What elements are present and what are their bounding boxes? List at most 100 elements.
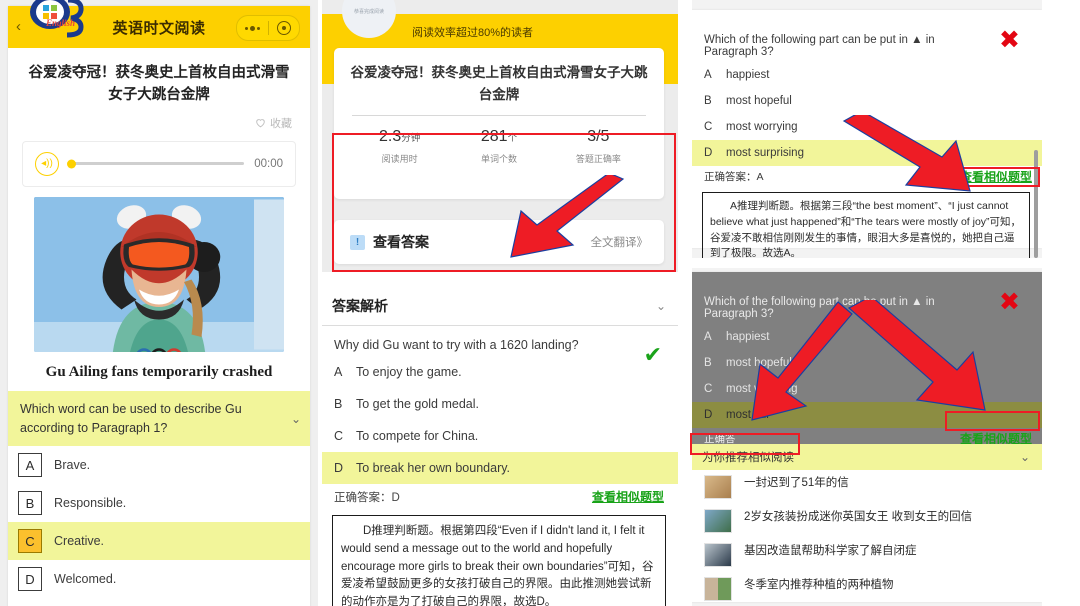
similar-question-link[interactable]: 查看相似题型	[960, 168, 1032, 185]
review-question-text: Which of the following part can be put i…	[704, 34, 935, 58]
list-item-highlighted[interactable]: D most surprising	[690, 140, 1042, 166]
list-item[interactable]: 一封迟到了51年的信	[690, 470, 1042, 504]
option-text: Creative.	[54, 534, 105, 549]
next-question-button[interactable]: 下一题 ›	[8, 598, 310, 606]
article-title: 谷爱凌夺冠！获冬奥史上首枚自由式滑雪女子大跳台金牌	[28, 65, 290, 104]
review-question: Which of the following part can be put i…	[690, 10, 1042, 62]
miniapp-article-card: ‹ English 英语时文阅读 谷爱凌夺冠！获冬奥史上首枚自由式滑雪女子大跳台…	[8, 0, 310, 606]
info-icon: !	[350, 234, 365, 250]
option-letter: C	[704, 121, 713, 133]
list-item[interactable]: C To compete for China.	[320, 420, 678, 452]
stat-value: 2.3	[379, 128, 402, 146]
correct-answer-row: 正确答案：A 查看相似题型	[690, 166, 1042, 189]
view-answer-label: 查看答案	[373, 234, 429, 250]
wechat-capsule-button[interactable]	[236, 15, 300, 41]
full-translation-link[interactable]: 全文翻译》	[591, 234, 649, 250]
chevron-down-icon[interactable]: ⌄	[1020, 450, 1030, 464]
option-letter: D	[334, 461, 344, 475]
recommend-list: 一封迟到了51年的信 2岁女孩装扮成迷你英国女王 收到女王的回信 基因改造鼠帮助…	[690, 470, 1042, 606]
list-item[interactable]: B most hopeful	[690, 350, 1042, 376]
chevron-down-icon[interactable]: ⌄	[291, 410, 301, 428]
stats-row: 2.3分钟 阅读用时 281个 单词个数 3/5 答题正确率	[350, 116, 648, 189]
list-item-selected[interactable]: C Creative.	[8, 522, 310, 561]
list-item[interactable]: 基因改造鼠帮助科学家了解自闭症	[690, 538, 1042, 572]
speaker-icon[interactable]: ◂))	[35, 151, 59, 176]
option-text: most worrying	[726, 121, 798, 133]
list-item-highlighted[interactable]: D To break her own boundary.	[320, 452, 678, 484]
recommend-header[interactable]: 为你推荐相似阅读 ⌄	[690, 444, 1042, 470]
stat-unit: 个	[507, 133, 518, 145]
option-letter: A	[334, 365, 343, 379]
question-review-card: Which of the following part can be put i…	[690, 10, 1042, 262]
audio-player[interactable]: ◂)) 00:00	[22, 140, 296, 187]
correct-answer-row: 正确答案：D 查看相似题型	[320, 484, 678, 511]
option-text: happiest	[726, 331, 770, 343]
view-answer-button[interactable]: ! 查看答案	[350, 232, 429, 252]
close-icon[interactable]	[269, 21, 300, 35]
list-item[interactable]: B Responsible.	[8, 484, 310, 522]
list-item[interactable]: 冬季室内推荐种植的两种植物	[690, 572, 1042, 606]
analysis-question: Why did Gu want to try with a 1620 landi…	[320, 326, 678, 367]
question-header[interactable]: Which word can be used to describe Gu ac…	[8, 390, 310, 447]
stat-value: 281	[480, 128, 508, 146]
chevron-down-icon[interactable]: ⌄	[656, 299, 666, 313]
back-icon[interactable]: ‹	[16, 18, 21, 35]
list-item[interactable]: A To enjoy the game.	[320, 356, 678, 388]
analysis-question-text: Why did Gu want to try with a 1620 landi…	[334, 338, 579, 352]
list-item[interactable]: C most worrying	[690, 376, 1042, 402]
option-text: most surprising	[726, 147, 804, 159]
list-item[interactable]: D Welcomed.	[8, 560, 310, 598]
panel-separator	[690, 258, 1080, 268]
audio-progress-slider[interactable]	[67, 159, 245, 169]
view-answer-bar[interactable]: ! 查看答案 全文翻译》	[334, 220, 664, 264]
option-text: To compete for China.	[356, 429, 479, 443]
analysis-option-list: A To enjoy the game. B To get the gold m…	[320, 356, 678, 484]
favorite-row[interactable]: 收藏	[8, 109, 310, 139]
option-letter: B	[704, 95, 712, 107]
image-caption: Gu Ailing fans temporarily crashed	[45, 363, 273, 380]
svg-text:English: English	[45, 18, 75, 28]
list-item[interactable]: C most worrying	[690, 114, 1042, 140]
panel-separator	[318, 0, 322, 606]
panel-separator	[320, 272, 680, 286]
option-letter: B	[334, 397, 343, 411]
app-logo-icon: English	[30, 0, 84, 38]
option-text: Brave.	[54, 458, 91, 473]
list-item[interactable]: A happiest	[690, 62, 1042, 88]
recommend-title: 一封迟到了51年的信	[744, 477, 849, 489]
option-letter: A	[704, 331, 712, 343]
recommend-header-label: 为你推荐相似阅读	[702, 452, 794, 464]
option-letter: D	[704, 409, 713, 421]
option-letter: B	[704, 357, 712, 369]
recommendation-card: Which of the following part can be put i…	[690, 272, 1042, 602]
middle-bottom-screenshot-panel: 答案解析 ⌄ Why did Gu want to try with a 162…	[320, 286, 678, 606]
thumbnail-icon	[704, 577, 732, 601]
list-item-highlighted[interactable]: D most sur	[690, 402, 1042, 428]
result-card: 谷爱凌夺冠！获冬奥史上首枚自由式滑雪女子大跳台金牌 2.3分钟 阅读用时 281…	[334, 48, 664, 200]
more-icon[interactable]	[237, 25, 268, 31]
option-text: most hopeful	[726, 95, 792, 107]
right-bottom-screenshot-panel: Which of the following part can be put i…	[690, 268, 1080, 606]
list-item[interactable]: 2岁女孩装扮成迷你英国女王 收到女王的回信	[690, 504, 1042, 538]
stat-unit: 分钟	[401, 133, 421, 145]
option-text: To get the gold medal.	[356, 397, 479, 411]
audio-slider-knob[interactable]	[67, 159, 76, 169]
explanation-head: A推理判断题。根据第三段“the best moment”、“I just ca…	[730, 200, 1009, 212]
list-item[interactable]: B To get the gold medal.	[320, 388, 678, 420]
cross-icon: ✖	[999, 288, 1020, 316]
scrollbar[interactable]	[1034, 150, 1038, 258]
review-question: Which of the following part can be put i…	[690, 272, 1042, 324]
explanation-box: D推理判断题。根据第四段“Even if I didn't land it, I…	[332, 515, 666, 606]
list-item[interactable]: A happiest	[690, 324, 1042, 350]
similar-question-link[interactable]: 查看相似题型	[592, 488, 664, 505]
option-text: most sur	[726, 409, 771, 421]
efficiency-text: 阅读效率超过80%的读者	[412, 27, 534, 39]
review-option-list: A happiest B most hopeful C most worryin…	[690, 324, 1042, 428]
option-letter: B	[18, 491, 42, 516]
option-text: Welcomed.	[54, 572, 117, 587]
list-item[interactable]: B most hopeful	[690, 88, 1042, 114]
thumbnail-icon	[704, 543, 732, 567]
answer-analysis-header[interactable]: 答案解析 ⌄	[320, 286, 678, 326]
explanation-box: A推理判断题。根据第三段“the best moment”、“I just ca…	[702, 192, 1030, 262]
list-item[interactable]: A Brave.	[8, 446, 310, 484]
